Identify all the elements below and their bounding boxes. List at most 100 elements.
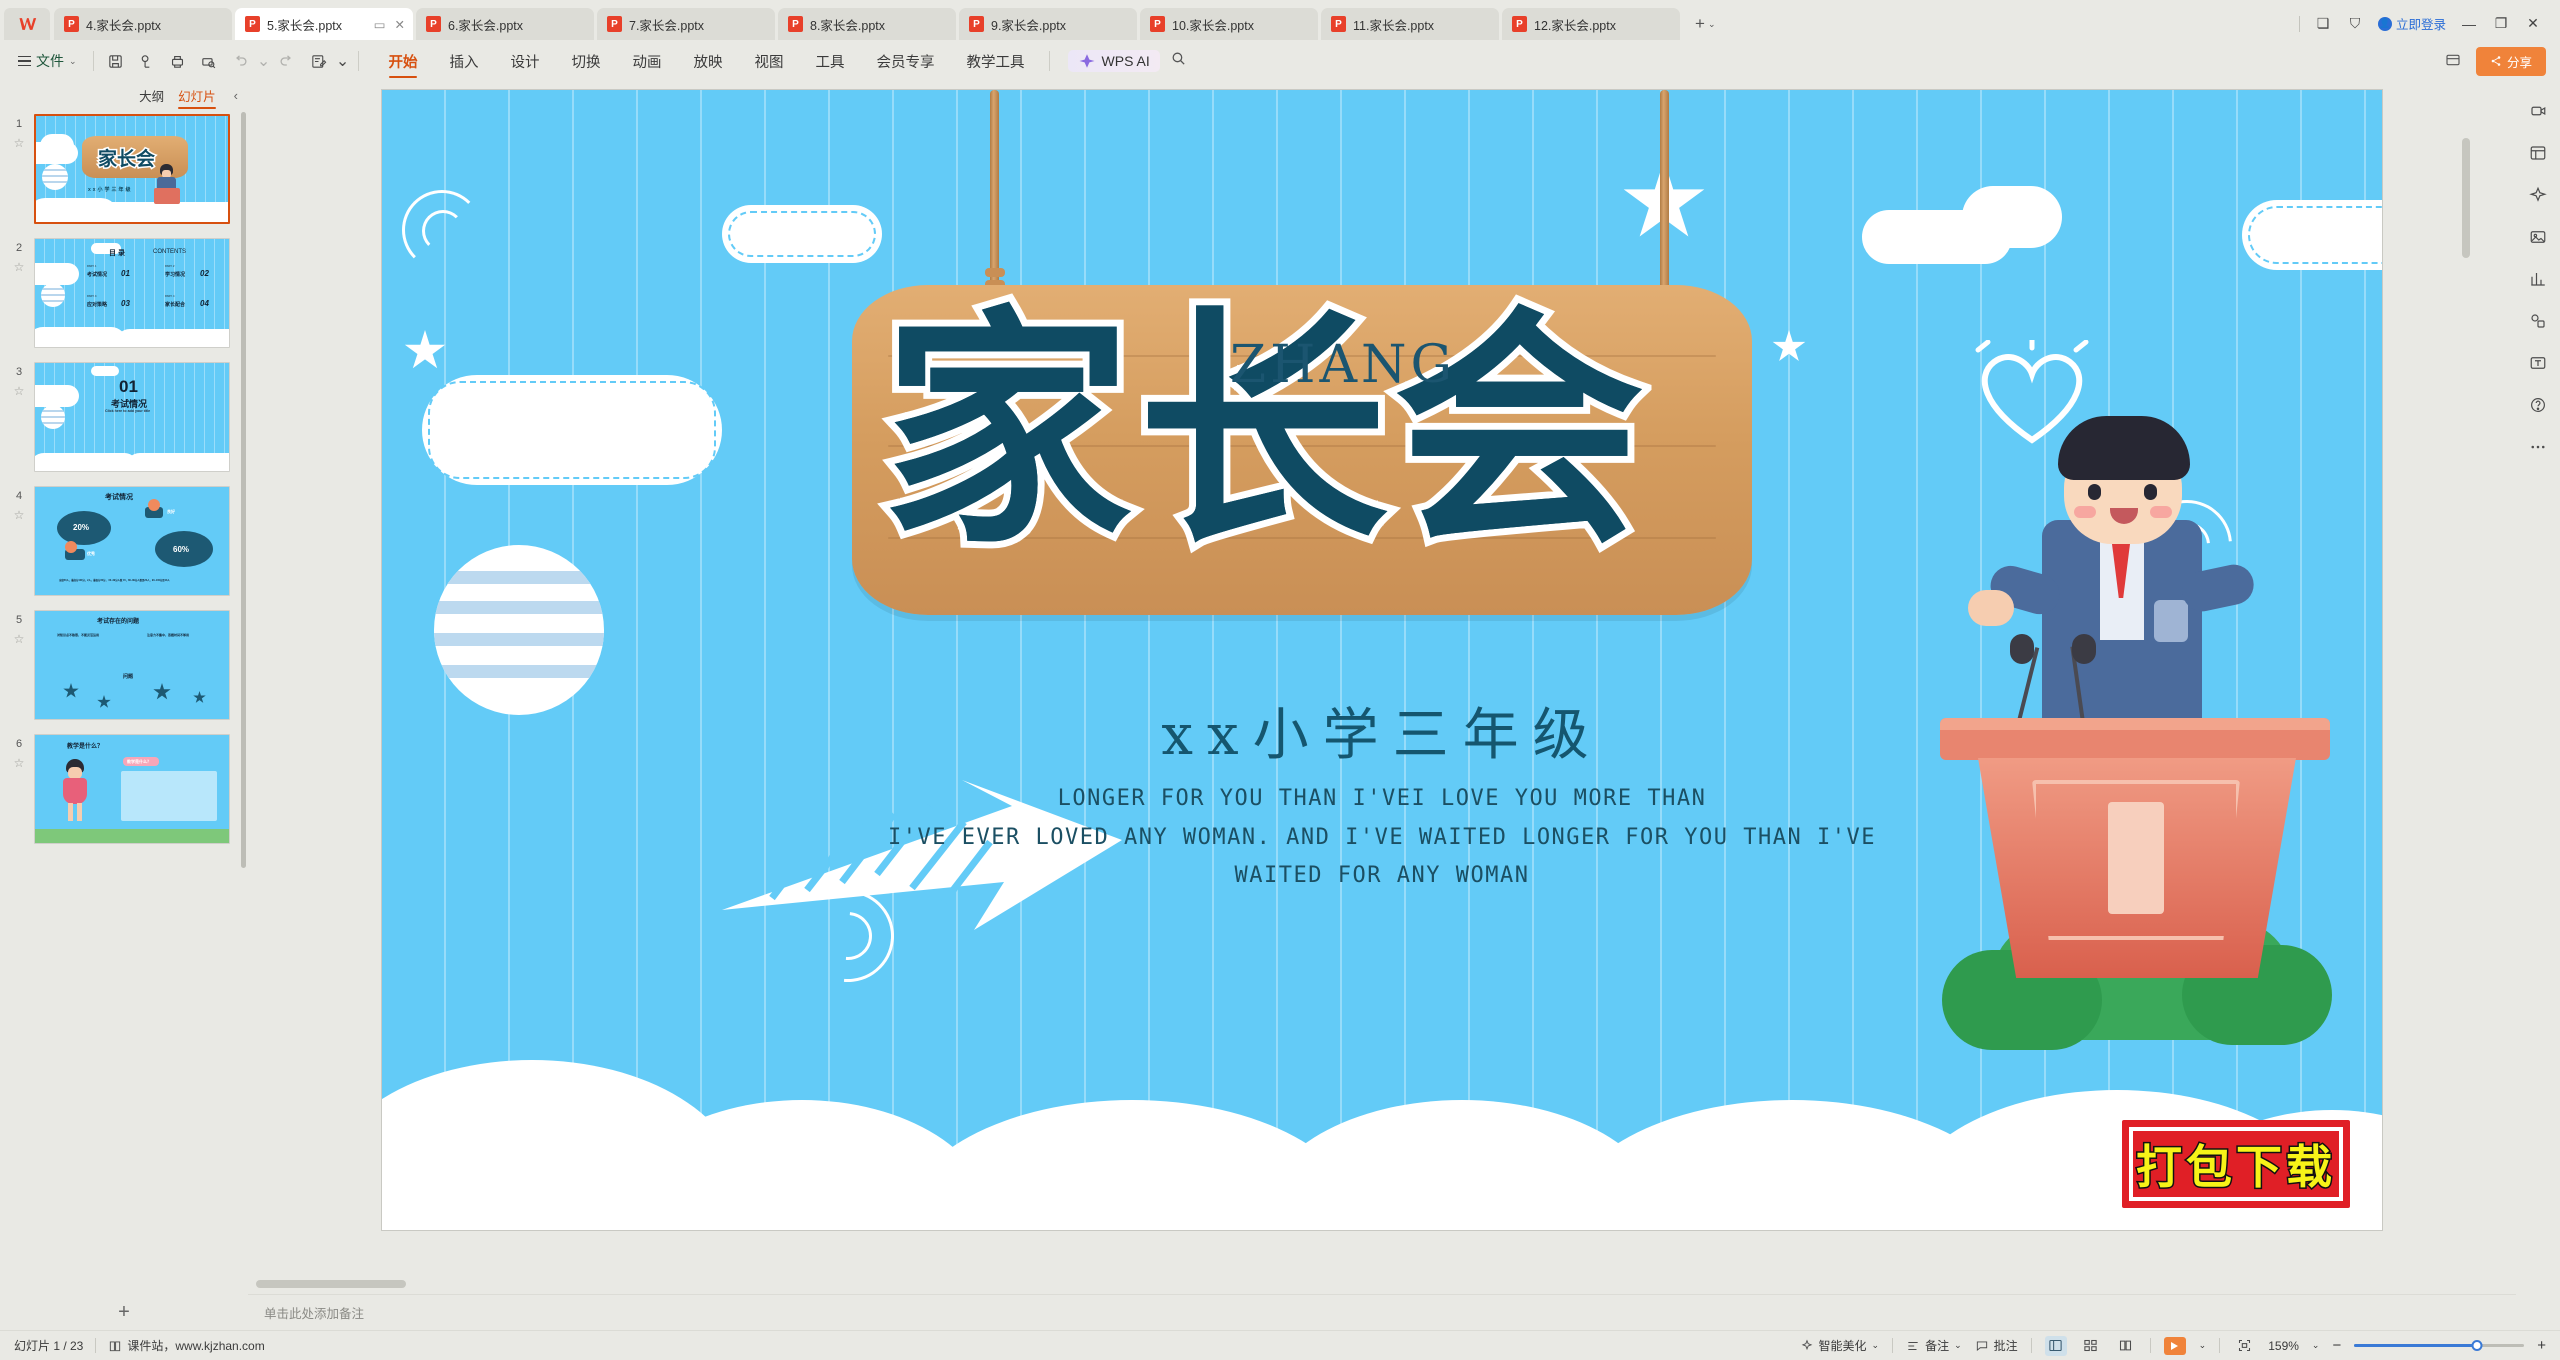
canvas-vertical-scrollbar[interactable]	[2462, 138, 2470, 258]
slide-thumbnail-1[interactable]: 1 ☆ 家长会 xx小学三年级	[0, 114, 248, 224]
star-icon[interactable]: ☆	[14, 508, 25, 522]
ribbon-tab-teaching[interactable]: 教学工具	[951, 47, 1041, 75]
tab-slides[interactable]: 幻灯片	[178, 86, 216, 109]
document-tab[interactable]: P 4.家长会.pptx	[54, 8, 232, 40]
ribbon-tab-member[interactable]: 会员专享	[861, 47, 951, 75]
thumb-footer: 全班50人，最高分100分，2人。最低分60分， 60~69分人数 15，80~…	[59, 579, 170, 582]
slide-preview[interactable]: 教学是什么？ 教学是什么？	[34, 734, 230, 844]
slide-preview[interactable]: 考试存在的问题 对知识点不熟悉，不能灵活运用 注意力不集中，答题时间不够用 问题	[34, 610, 230, 720]
comment-label: 批注	[1993, 1339, 2018, 1353]
help-icon[interactable]	[2525, 392, 2551, 418]
save-icon[interactable]	[102, 48, 130, 74]
add-slide-button[interactable]: +	[0, 1294, 248, 1330]
start-slideshow-button[interactable]	[2163, 1336, 2186, 1355]
slide-thumbnail-2[interactable]: 2 ☆ 目 录 CONTENTS PART. 1 考试情况 01 PART. 2…	[0, 238, 248, 348]
minimize-button[interactable]: —	[2460, 16, 2478, 32]
tab-present-icon[interactable]: ▭	[374, 17, 386, 32]
notes-button[interactable]: 备注 ⌄	[1906, 1337, 1962, 1354]
redo-icon[interactable]	[274, 48, 302, 74]
document-tab[interactable]: P 7.家长会.pptx	[597, 8, 775, 40]
edit-mode-icon[interactable]	[305, 48, 333, 74]
zoom-in-button[interactable]: +	[2537, 1337, 2546, 1354]
layout-icon[interactable]	[2525, 140, 2551, 166]
chart-icon[interactable]	[2525, 266, 2551, 292]
search-icon[interactable]	[1170, 50, 1187, 72]
file-menu-button[interactable]: 文件 ⌄	[10, 51, 85, 71]
edit-mode-caret-icon[interactable]: ⌄	[336, 48, 350, 74]
star-icon[interactable]: ☆	[14, 384, 25, 398]
zoom-out-button[interactable]: −	[2332, 1337, 2341, 1354]
ribbon-tab-slideshow[interactable]: 放映	[678, 47, 739, 75]
normal-view-icon[interactable]	[2044, 1335, 2067, 1356]
document-tab[interactable]: P 12.家长会.pptx	[1502, 8, 1680, 40]
slide-thumbnail-6[interactable]: 6 ☆ 教学是什么？ 教学是什么？	[0, 734, 248, 844]
thumb-title: 考试存在的问题	[97, 619, 140, 625]
star-icon[interactable]: ☆	[14, 260, 25, 274]
slide-thumbnail-5[interactable]: 5 ☆ 考试存在的问题 对知识点不熟悉，不能灵活运用 注意力不集中，答题时间不够…	[0, 610, 248, 720]
image-icon[interactable]	[2525, 224, 2551, 250]
ribbon-tab-animation[interactable]: 动画	[617, 47, 678, 75]
ribbon-tab-tools[interactable]: 工具	[800, 47, 861, 75]
ribbon-tab-insert[interactable]: 插入	[434, 47, 495, 75]
document-tab[interactable]: P 10.家长会.pptx	[1140, 8, 1318, 40]
reading-view-icon[interactable]	[2115, 1336, 2137, 1356]
document-tab-label: 11.家长会.pptx	[1353, 18, 1435, 33]
slide-preview[interactable]: 目 录 CONTENTS PART. 1 考试情况 01 PART. 2 学习情…	[34, 238, 230, 348]
comment-button[interactable]: 批注	[1975, 1337, 2018, 1354]
tab-close-icon[interactable]: ✕	[395, 17, 405, 32]
login-button[interactable]: 👤 立即登录	[2377, 14, 2446, 33]
star-icon[interactable]: ☆	[14, 136, 25, 150]
document-tab[interactable]: P 11.家长会.pptx	[1321, 8, 1499, 40]
ribbon-tab-transition[interactable]: 切换	[556, 47, 617, 75]
share-button[interactable]: 分享	[2475, 46, 2546, 76]
document-tab[interactable]: P 6.家长会.pptx	[416, 8, 594, 40]
notes-pane[interactable]: 单击此处添加备注	[248, 1294, 2516, 1330]
document-tab[interactable]: P 8.家长会.pptx	[778, 8, 956, 40]
new-tab-button[interactable]: + ⌄	[1683, 14, 1725, 40]
slide-panel-scrollbar[interactable]	[241, 112, 246, 869]
star-icon[interactable]: ☆	[14, 756, 25, 770]
slide-thumbnail-list[interactable]: 1 ☆ 家长会 xx小学三年级 2 ☆ 目 录 CONTENTS PART. 1…	[0, 112, 248, 1294]
collapse-ribbon-icon[interactable]	[2444, 52, 2462, 71]
canvas-horizontal-scrollbar[interactable]	[256, 1280, 406, 1288]
zoom-slider[interactable]	[2354, 1339, 2525, 1351]
slide-preview[interactable]: 家长会 xx小学三年级	[34, 114, 230, 224]
pptx-icon: P	[607, 16, 622, 32]
document-tab[interactable]: P 9.家长会.pptx	[959, 8, 1137, 40]
close-button[interactable]: ✕	[2524, 15, 2542, 32]
chevron-left-icon[interactable]: ‹	[234, 88, 238, 106]
slide-sorter-icon[interactable]	[2080, 1336, 2102, 1356]
more-icon[interactable]	[2525, 434, 2551, 460]
slide-thumbnail-3[interactable]: 3 ☆ 01 考试情况 Click here to add your title	[0, 362, 248, 472]
slide-canvas[interactable]: 家长会 家长会 ZHANG xx小学三年级 LONGER FOR YOU THA…	[382, 90, 2382, 1230]
record-icon[interactable]	[2525, 98, 2551, 124]
print-preview-icon[interactable]	[195, 48, 223, 74]
undo-icon[interactable]	[226, 48, 254, 74]
star-icon[interactable]: ☆	[14, 632, 25, 646]
slide-thumbnail-4[interactable]: 4 ☆ 考试情况 20% 良好 60% 优秀 全班50人，最高分100分，2人。…	[0, 486, 248, 596]
plus-icon: +	[1695, 14, 1705, 33]
shield-icon[interactable]: ⛉	[2346, 15, 2364, 32]
ribbon-tab-view[interactable]: 视图	[739, 47, 800, 75]
element-icon[interactable]	[2525, 308, 2551, 334]
chevron-down-icon[interactable]: ⌄	[2312, 1340, 2320, 1351]
document-tab-bar: P 4.家长会.pptx P 5.家长会.pptx ▭ ✕ P 6.家长会.pp…	[0, 0, 2560, 40]
document-tab-active[interactable]: P 5.家长会.pptx ▭ ✕	[235, 8, 413, 40]
wps-logo-icon[interactable]	[4, 8, 50, 40]
smart-beautify-button[interactable]: 智能美化 ⌄	[1800, 1337, 1879, 1354]
restore-button[interactable]: ❐	[2492, 15, 2510, 32]
text-icon[interactable]	[2525, 350, 2551, 376]
undo-caret-icon[interactable]: ⌄	[257, 48, 271, 74]
wps-ai-button[interactable]: WPS AI	[1067, 50, 1160, 72]
chevron-down-icon[interactable]: ⌄	[2199, 1340, 2207, 1351]
tab-outline[interactable]: 大纲	[139, 86, 164, 109]
ribbon-tab-home[interactable]: 开始	[373, 47, 434, 75]
copy-icon[interactable]: ❏	[2314, 15, 2332, 32]
fit-to-window-icon[interactable]	[2233, 1336, 2255, 1356]
ribbon-tab-design[interactable]: 设计	[495, 47, 556, 75]
slide-preview[interactable]: 考试情况 20% 良好 60% 优秀 全班50人，最高分100分，2人。最低分6	[34, 486, 230, 596]
print-icon[interactable]	[164, 48, 192, 74]
slide-preview[interactable]: 01 考试情况 Click here to add your title	[34, 362, 230, 472]
search-online-icon[interactable]	[133, 48, 161, 74]
decorate-icon[interactable]	[2525, 182, 2551, 208]
